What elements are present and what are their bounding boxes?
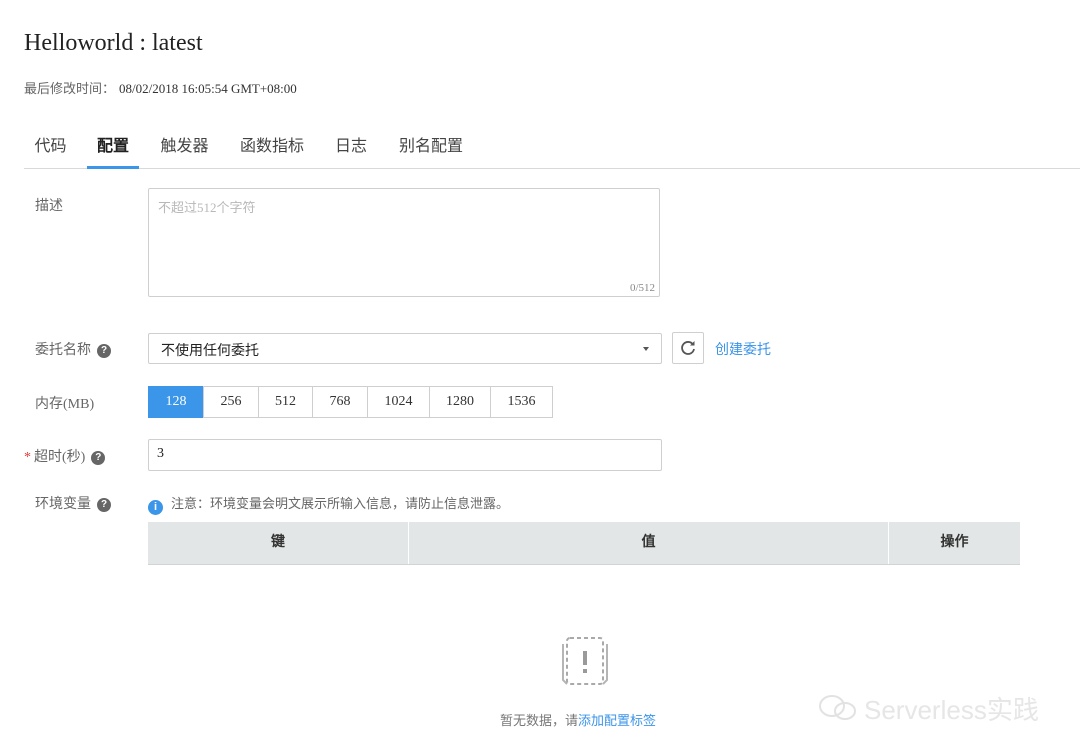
help-icon[interactable]: ? — [97, 344, 111, 358]
agency-label: 委托名称 — [35, 343, 91, 358]
column-header-key: 键 — [271, 535, 285, 550]
page-title: Helloworld : latest — [24, 30, 203, 56]
watermark: Serverless实践 — [818, 690, 1039, 727]
env-note-text: 注意：环境变量会明文展示所输入信息，请防止信息泄露。 — [171, 496, 510, 511]
caret-down-icon — [643, 347, 649, 351]
help-icon[interactable]: ? — [91, 451, 106, 465]
timeout-value: 3 — [157, 446, 164, 461]
create-agency-link[interactable]: 创建委托 — [715, 339, 771, 359]
wechat-icon — [819, 695, 856, 720]
tab-logs[interactable]: 日志 — [334, 128, 368, 168]
memory-option-1280[interactable]: 1280 — [429, 386, 491, 418]
memory-option-256[interactable]: 256 — [203, 386, 259, 418]
refresh-button[interactable] — [672, 332, 704, 364]
tab-code[interactable]: 代码 — [34, 128, 67, 168]
info-icon: i — [148, 500, 163, 515]
memory-option-512[interactable]: 512 — [258, 386, 313, 418]
tab-triggers[interactable]: 触发器 — [160, 128, 209, 168]
timeout-input[interactable]: 3 — [148, 439, 662, 471]
description-placeholder: 不超过512个字符 — [158, 200, 256, 215]
tab-metrics[interactable]: 函数指标 — [239, 128, 305, 168]
watermark-text: Serverless实践 — [864, 695, 1039, 725]
agency-select[interactable]: 不使用任何委托 — [148, 333, 662, 364]
memory-option-1536[interactable]: 1536 — [490, 386, 553, 418]
description-textarea[interactable]: 不超过512个字符 0/512 — [148, 188, 660, 297]
tab-config[interactable]: 配置 — [87, 128, 139, 169]
timeout-label-row: * 超时(秒)? — [24, 446, 106, 466]
empty-data-icon — [562, 637, 608, 685]
column-header-value: 值 — [641, 535, 656, 550]
env-label-row: 环境变量? — [35, 493, 111, 513]
env-table-header: 键 值 操作 — [148, 522, 1020, 565]
empty-state-message: 暂无数据，请添加配置标签 — [500, 710, 656, 729]
column-header-actions: 操作 — [940, 535, 969, 550]
last-modified-value: 08/02/2018 16:05:54 GMT+08:00 — [119, 81, 297, 96]
timeout-label: 超时(秒) — [34, 450, 86, 465]
required-marker: * — [24, 450, 31, 465]
refresh-icon — [681, 341, 695, 355]
last-modified-label: 最后修改时间： — [24, 81, 116, 96]
memory-options: 128 256 512 768 1024 1280 1536 — [148, 386, 553, 418]
empty-state-text: 暂无数据，请 — [500, 713, 579, 728]
agency-label-row: 委托名称? — [35, 339, 111, 359]
description-label: 描述 — [35, 199, 63, 214]
tab-alias[interactable]: 别名配置 — [398, 128, 464, 168]
agency-selected-value: 不使用任何委托 — [161, 344, 259, 359]
help-icon[interactable]: ? — [97, 498, 111, 512]
memory-option-128[interactable]: 128 — [148, 386, 204, 418]
env-label: 环境变量 — [35, 497, 91, 512]
memory-label: 内存(MB) — [35, 397, 95, 412]
description-char-counter: 0/512 — [629, 282, 655, 294]
add-config-tag-link[interactable]: 添加配置标签 — [578, 713, 656, 728]
memory-option-1024[interactable]: 1024 — [367, 386, 430, 418]
memory-option-768[interactable]: 768 — [312, 386, 368, 418]
tab-bar: 代码 配置 触发器 函数指标 日志 别名配置 — [24, 128, 1080, 169]
env-note: i 注意：环境变量会明文展示所输入信息，请防止信息泄露。 — [148, 493, 509, 515]
last-modified: 最后修改时间： 08/02/2018 16:05:54 GMT+08:00 — [24, 78, 297, 97]
